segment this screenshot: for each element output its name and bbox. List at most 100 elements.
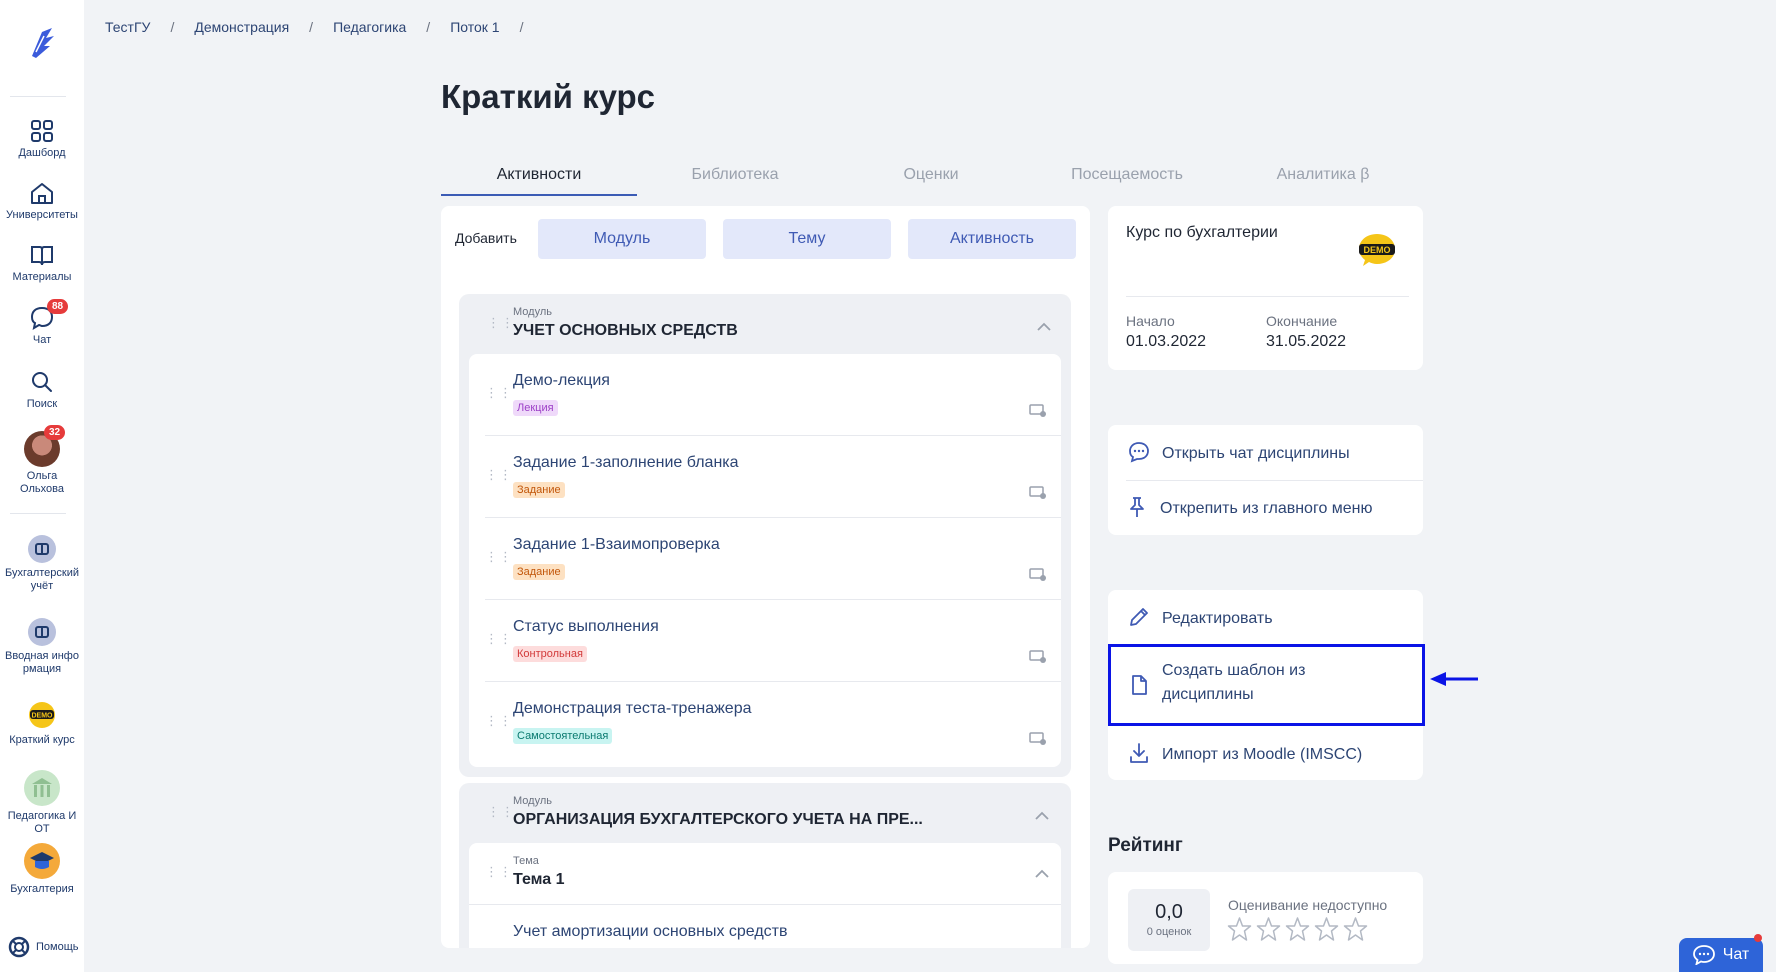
sidebar-item-dashboard[interactable]: Дашборд [0,118,84,160]
sidebar-item-course-bookkeeping[interactable]: Бухгалтерия [0,843,84,896]
sidebar-item-universities[interactable]: Университеты [0,180,84,222]
breadcrumb-separator: / [519,19,524,35]
drag-handle-icon[interactable]: ⋮⋮ [485,468,512,488]
sidebar-item-label: Чат [32,334,52,346]
course-title: Курс по бухгалтерии [1126,224,1278,241]
edit-button[interactable]: Редактировать [1108,590,1423,645]
sidebar-item-course-short[interactable]: DEMO Краткий курс [0,700,84,747]
rating-score-box: 0,0 0 оценок [1128,889,1210,951]
add-activity-button[interactable]: Активность [908,219,1076,259]
app-logo-icon[interactable] [22,22,62,62]
edit-label: Редактировать [1162,610,1273,627]
chevron-up-icon[interactable] [1035,867,1049,881]
add-module-button[interactable]: Модуль [538,219,706,259]
activity-name[interactable]: Задание 1-Взаимопроверка [513,536,720,554]
star-icon [1343,917,1368,941]
sidebar-item-course-intro[interactable]: Вводная информация [0,618,84,676]
page-title: Краткий курс [441,78,656,115]
drag-handle-icon[interactable]: ⋮⋮ [485,714,512,734]
sidebar-item-profile[interactable]: 32 Ольга Ольхова [0,425,84,496]
activity-row[interactable]: ⋮⋮ Демо-лекция Лекция [485,354,1061,436]
pin-icon [1130,497,1144,517]
import-moodle-button[interactable]: Импорт из Moodle (IMSCC) [1108,726,1423,781]
breadcrumb-separator: / [309,19,314,35]
sidebar-item-search[interactable]: Поиск [0,369,84,411]
tab-activities[interactable]: Активности [441,160,637,196]
tab-grades[interactable]: Оценки [833,160,1029,196]
sidebar-item-label: Вводная информация [5,650,79,675]
drag-handle-icon[interactable]: ⋮⋮ [485,386,512,406]
breadcrumb: ТестГУ / Демонстрация / Педагогика / Пот… [105,19,543,35]
topic-header[interactable]: ⋮⋮ Тема Тема 1 [469,843,1061,905]
sidebar-divider [10,96,66,97]
start-date: 01.03.2022 [1126,333,1207,350]
activity-name[interactable]: Статус выполнения [513,618,659,636]
sidebar: Дашборд Университеты Материалы 88 Чат По… [0,0,84,972]
activity-name[interactable]: Задание 1-заполнение бланка [513,454,739,472]
add-topic-button[interactable]: Тему [723,219,891,259]
download-icon [1130,743,1148,763]
floating-chat-button[interactable]: Чат [1679,938,1763,972]
visibility-icon[interactable] [1029,650,1047,664]
tab-library[interactable]: Библиотека [637,160,833,196]
sidebar-item-label: Бухгалтерский учёт [4,567,80,592]
open-chat-button[interactable]: Открыть чат дисциплины [1108,425,1423,480]
open-chat-label: Открыть чат дисциплины [1162,445,1350,462]
breadcrumb-separator: / [426,19,431,35]
pencil-icon [1130,608,1148,626]
activity-row[interactable]: ⋮⋮ Статус выполнения Контрольная [485,600,1061,682]
drag-handle-icon[interactable]: ⋮⋮ [485,865,512,885]
end-date: 31.05.2022 [1266,333,1347,350]
activity-row[interactable]: Учет амортизации основных средств [469,905,1061,945]
star-icon [1256,917,1281,941]
breadcrumb-item[interactable]: Демонстрация [194,19,289,35]
breadcrumb-item[interactable]: Поток 1 [450,19,499,35]
activity-type-badge: Контрольная [513,646,587,662]
visibility-icon[interactable] [1029,404,1047,418]
drag-handle-icon[interactable]: ⋮⋮ [485,632,512,652]
breadcrumb-item[interactable]: ТестГУ [105,19,150,35]
breadcrumb-item[interactable]: Педагогика [333,19,406,35]
visibility-icon[interactable] [1029,568,1047,582]
activity-type-badge: Задание [513,482,565,498]
drag-handle-icon[interactable]: ⋮⋮ [485,550,512,570]
chevron-up-icon[interactable] [1037,320,1051,334]
activity-name[interactable]: Учет амортизации основных средств [513,923,788,941]
help-link[interactable]: Помощь [8,936,79,958]
chat-notification-dot [1754,934,1762,942]
tab-analytics[interactable]: Аналитика β [1225,160,1421,196]
module-type-label: Модуль [513,795,552,807]
svg-text:DEMO: DEMO [32,713,54,720]
unpin-button[interactable]: Открепить из главного меню [1108,480,1423,535]
rating-value: 0,0 [1155,901,1183,923]
activity-row[interactable]: ⋮⋮ Задание 1-заполнение бланка Задание [485,436,1061,518]
module-card: ⋮⋮ Модуль УЧЕТ ОСНОВНЫХ СРЕДСТВ ⋮⋮ Демо-… [459,294,1071,777]
sidebar-item-label: Материалы [12,271,72,283]
module-card: ⋮⋮ Модуль ОРГАНИЗАЦИЯ БУХГАЛТЕРСКОГО УЧЕ… [459,783,1071,948]
visibility-icon[interactable] [1029,732,1047,746]
activity-row[interactable]: ⋮⋮ Демонстрация теста-тренажера Самостоя… [485,682,1061,764]
chevron-up-icon[interactable] [1035,809,1049,823]
star-icon [1314,917,1339,941]
demo-logo-icon: DEMO [27,700,57,730]
activity-name[interactable]: Демо-лекция [513,372,610,390]
sidebar-item-chat[interactable]: 88 Чат [0,299,84,347]
sidebar-item-course-accounting[interactable]: Бухгалтерский учёт [0,535,84,593]
activity-row[interactable]: ⋮⋮ Задание 1-Взаимопроверка Задание [485,518,1061,600]
graduation-cap-icon [24,843,60,879]
sidebar-item-materials[interactable]: Материалы [0,242,84,284]
module-header[interactable]: ⋮⋮ Модуль ОРГАНИЗАЦИЯ БУХГАЛТЕРСКОГО УЧЕ… [459,783,1071,843]
sidebar-item-course-pedagogy[interactable]: Педагогика И ОТ [0,770,84,836]
module-header[interactable]: ⋮⋮ Модуль УЧЕТ ОСНОВНЫХ СРЕДСТВ [459,294,1071,354]
course-actions-card: Открыть чат дисциплины Открепить из глав… [1108,425,1423,535]
sidebar-item-label: Университеты [6,209,78,221]
drag-handle-icon[interactable]: ⋮⋮ [487,316,514,336]
arrow-left-icon [1430,672,1478,686]
visibility-icon[interactable] [1029,486,1047,500]
activity-name[interactable]: Демонстрация теста-тренажера [513,700,751,718]
star-icon [1227,917,1252,941]
tab-attendance[interactable]: Посещаемость [1029,160,1225,196]
chat-badge: 88 [47,299,69,314]
rating-count: 0 оценок [1146,926,1192,938]
drag-handle-icon[interactable]: ⋮⋮ [487,805,514,825]
